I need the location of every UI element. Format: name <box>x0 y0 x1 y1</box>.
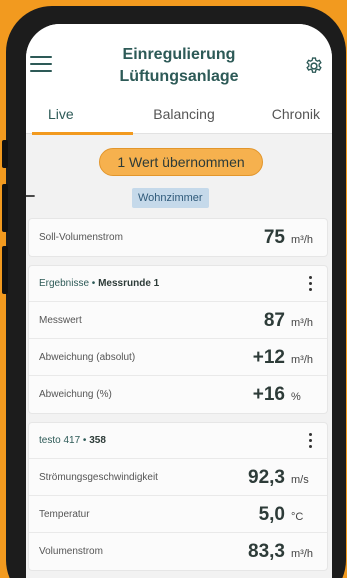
title-line-2: Lüftungsanlage <box>119 68 239 85</box>
tab-balancing[interactable]: Balancing <box>139 98 230 133</box>
result-label: Messwert <box>39 315 82 326</box>
measurement-row: Volumenstrom 83,3 m³/h <box>29 533 327 570</box>
results-card: Ergebnisse • Messrunde 1 Messwert 87 m³/h… <box>28 265 328 414</box>
device-sep: • <box>80 435 90 446</box>
setpoint-value-group: 75 m³/h <box>264 219 321 259</box>
measurement-label: Strömungsgeschwindigkeit <box>39 472 158 483</box>
result-value-group: +16% <box>253 376 321 416</box>
measurement-row: Strömungsgeschwindigkeit 92,3 m/s <box>29 459 327 496</box>
measurement-value-group: 83,3 m³/h <box>248 533 321 573</box>
result-value-group: 87 m³/h <box>264 302 321 342</box>
setpoint-label: Soll-Volumenstrom <box>39 232 123 243</box>
measurement-value-group: 5,0 °C <box>259 496 321 536</box>
measurement-value: 92,3 <box>248 467 285 488</box>
results-round: Messrunde 1 <box>98 278 160 289</box>
phone-frame: Einregulierung Lüftungsanlage Live Balan… <box>2 6 346 578</box>
setpoint-row: Soll-Volumenstrom 75 m³/h <box>29 219 327 256</box>
result-unit: % <box>291 391 301 403</box>
result-label: Abweichung (%) <box>39 389 112 400</box>
device-name: testo 417 <box>39 435 81 446</box>
result-row: Abweichung (absolut) +12 m³/h <box>29 339 327 376</box>
result-unit: m³/h <box>291 317 313 329</box>
setpoint-card: Soll-Volumenstrom 75 m³/h <box>28 218 328 257</box>
tab-live[interactable]: Live <box>26 98 139 135</box>
result-value: +12 <box>252 347 285 368</box>
app-screen: Einregulierung Lüftungsanlage Live Balan… <box>26 24 332 578</box>
page-title: Einregulierung Lüftungsanlage <box>26 44 332 88</box>
back-arrow-icon[interactable] <box>26 186 36 206</box>
results-sep: • <box>89 278 99 289</box>
result-label: Abweichung (absolut) <box>39 352 136 363</box>
result-row: Messwert 87 m³/h <box>29 302 327 339</box>
more-vert-icon[interactable] <box>309 276 313 292</box>
measurement-value-group: 92,3 m/s <box>248 459 321 499</box>
gear-icon[interactable] <box>304 56 324 76</box>
result-value-group: +12 m³/h <box>253 339 321 379</box>
measurement-unit: m³/h <box>291 548 313 560</box>
result-row: Abweichung (%) +16% <box>29 376 327 413</box>
device-header: testo 417 • 358 <box>29 423 327 459</box>
measurement-unit: °C <box>291 511 304 523</box>
setpoint-unit: m³/h <box>291 234 313 246</box>
tab-chronik[interactable]: Chronik <box>229 98 332 133</box>
room-badge: Wohnzimmer <box>132 188 209 208</box>
app-bar: Einregulierung Lüftungsanlage <box>26 24 332 98</box>
title-line-1: Einregulierung <box>122 46 236 63</box>
tab-bar: Live Balancing Chronik <box>26 98 332 135</box>
volume-up-button <box>2 184 8 232</box>
result-value: 87 <box>263 310 285 331</box>
results-header: Ergebnisse • Messrunde 1 <box>29 266 327 302</box>
measurement-value: 5,0 <box>258 504 285 525</box>
results-title: Ergebnisse • Messrunde 1 <box>39 266 159 302</box>
device-serial: 358 <box>89 435 106 446</box>
measurement-label: Volumenstrom <box>39 546 103 557</box>
measurement-label: Temperatur <box>39 509 90 520</box>
more-vert-icon[interactable] <box>309 433 313 449</box>
results-prefix: Ergebnisse <box>39 278 90 289</box>
result-unit: m³/h <box>291 354 313 366</box>
measurement-unit: m/s <box>291 474 309 486</box>
notice-row: 1 Wert übernommen <box>26 134 332 176</box>
side-button <box>2 140 8 168</box>
measurement-row: Temperatur 5,0 °C <box>29 496 327 533</box>
device-card: testo 417 • 358 Strömungsgeschwindigkeit… <box>28 422 328 571</box>
value-taken-pill[interactable]: 1 Wert übernommen <box>99 148 263 176</box>
measurement-value: 83,3 <box>248 541 285 562</box>
volume-down-button <box>2 246 8 294</box>
setpoint-value: 75 <box>263 227 285 248</box>
device-title: testo 417 • 358 <box>39 423 106 459</box>
context-row: Wohnzimmer <box>26 174 332 218</box>
result-value: +16 <box>252 384 285 405</box>
